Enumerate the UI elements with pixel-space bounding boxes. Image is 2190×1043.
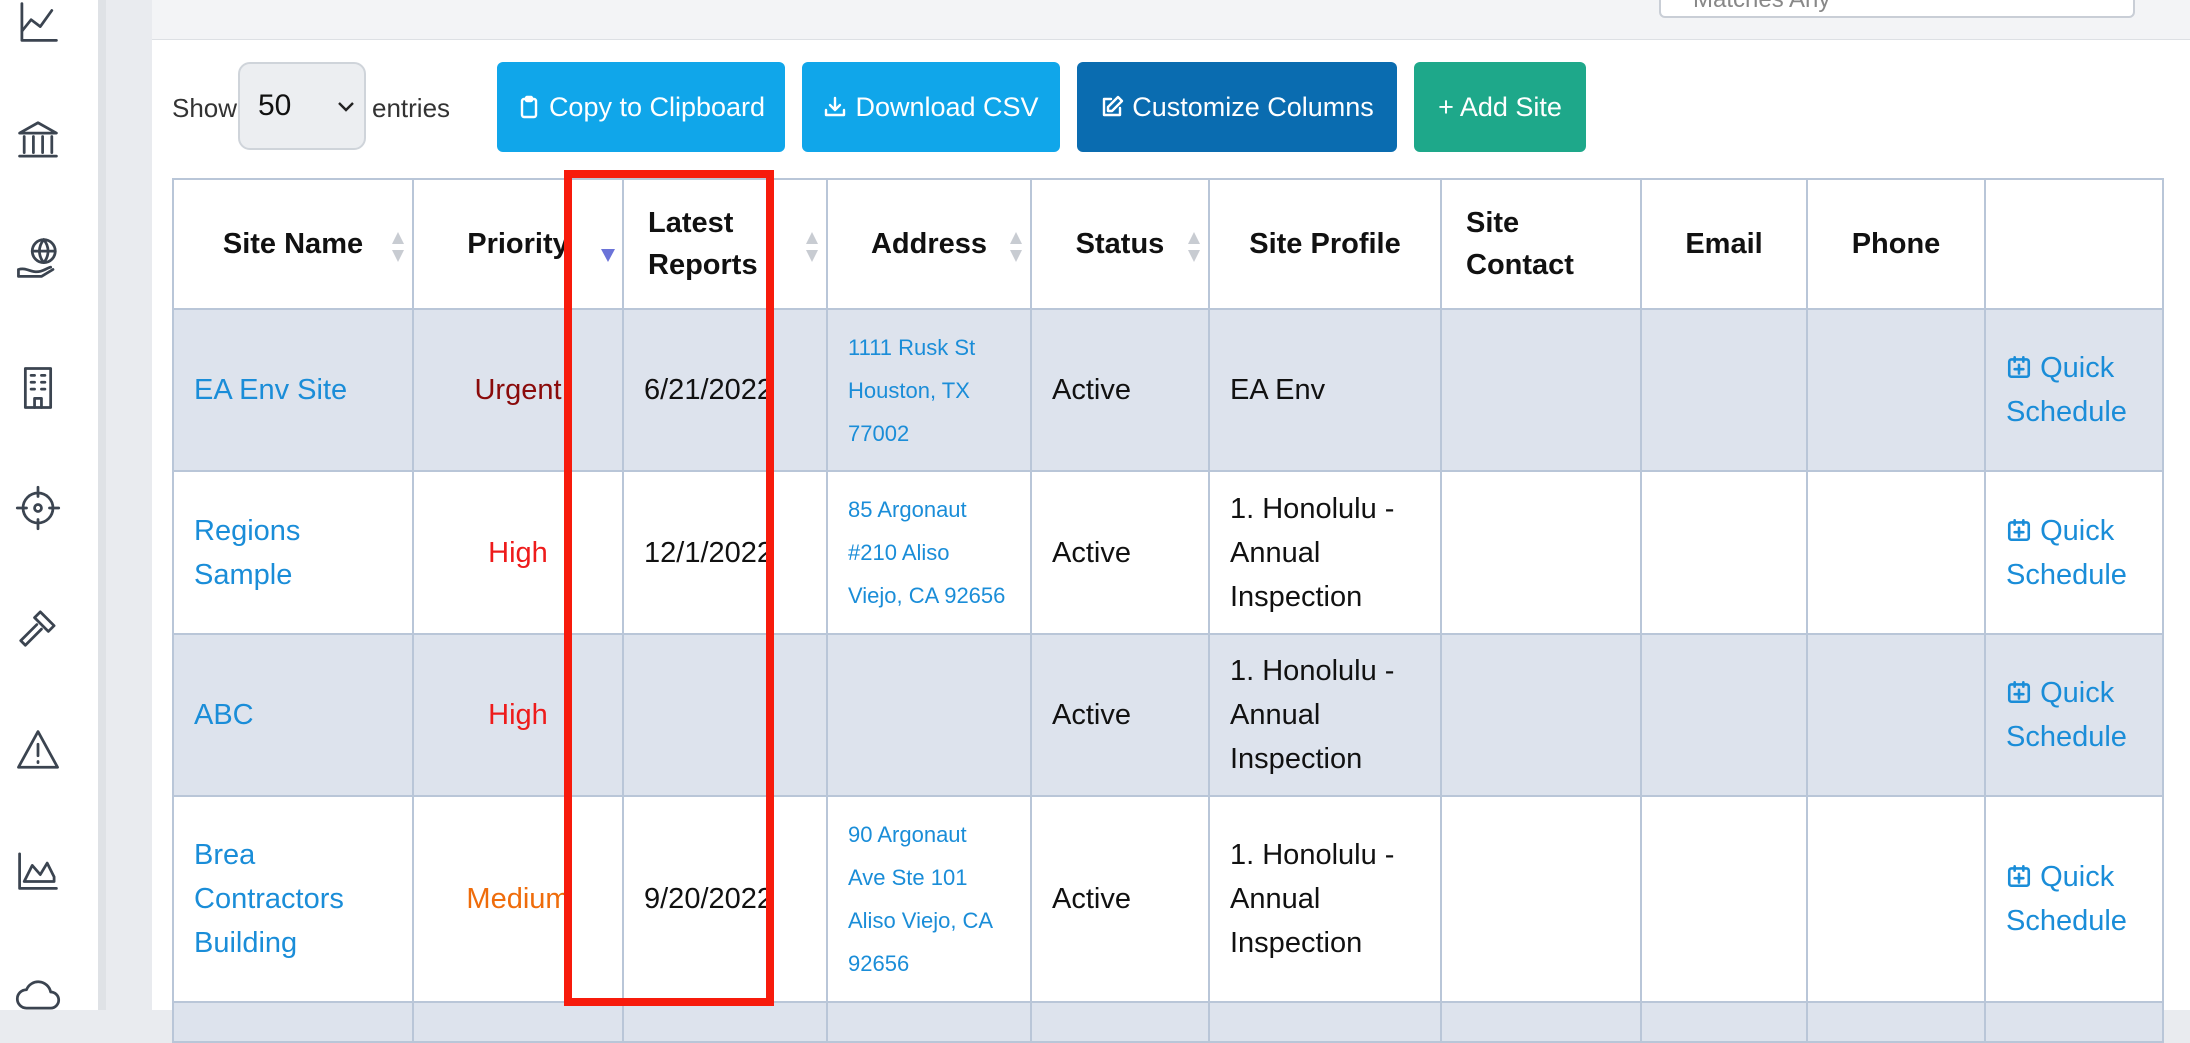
site-name-link[interactable]: Regions Sample	[194, 515, 300, 591]
column-header-address[interactable]: Address	[826, 178, 1032, 310]
status-value: Active	[1052, 699, 1131, 731]
table-header-row: Site Name Priority Latest Reports Addres…	[172, 178, 2164, 310]
main-panel: Matches Any Show 50 entries Copy to Clip…	[152, 0, 2190, 1043]
edit-icon	[1103, 95, 1124, 117]
sites-table: Site Name Priority Latest Reports Addres…	[172, 178, 2164, 1043]
download-icon	[825, 96, 846, 117]
site-profile-value: 1. Honolulu - Annual Inspection	[1230, 839, 1395, 959]
sites-table-wrapper: Site Name Priority Latest Reports Addres…	[172, 178, 2164, 1043]
column-header-site-profile: Site Profile	[1208, 178, 1442, 310]
phone-cell	[1806, 633, 1986, 797]
table-row: EA Env Site Urgent 6/21/2022 1111 Rusk S…	[172, 308, 2164, 472]
calendar-plus-icon	[2007, 864, 2031, 888]
column-header-site-contact: Site Contact	[1440, 178, 1642, 310]
site-name-link[interactable]: Brea Contractors Building	[194, 839, 344, 959]
email-cell	[1640, 470, 1808, 635]
filter-select[interactable]: Matches Any	[1659, 0, 2135, 18]
site-contact-cell	[1440, 633, 1642, 797]
latest-reports-value: 12/1/2022	[644, 536, 774, 569]
sort-icon	[1186, 230, 1202, 264]
address-link[interactable]: 1111 Rusk St Houston, TX 77002	[826, 308, 1032, 472]
columns-label: Customize Columns	[1132, 91, 1374, 122]
table-row: ABC High Active 1. Honolulu - Annual Ins…	[172, 633, 2164, 797]
download-csv-button[interactable]: Download CSV	[802, 62, 1060, 152]
entries-label: entries	[372, 93, 451, 123]
table-row: Brea Contractors Building Medium 9/20/20…	[172, 795, 2164, 1003]
sort-icon	[390, 230, 406, 264]
sort-icon	[804, 230, 820, 264]
site-name-link[interactable]: ABC	[194, 699, 254, 731]
hammer-icon[interactable]	[8, 598, 68, 658]
filter-bar: Matches Any	[152, 0, 2190, 40]
clipboard-icon	[520, 95, 538, 119]
column-header-actions	[1984, 178, 2164, 310]
column-header-priority[interactable]: Priority	[412, 178, 624, 310]
cloud-icon[interactable]	[8, 962, 68, 1022]
priority-value: Urgent	[474, 374, 562, 406]
sort-desc-icon	[600, 230, 616, 264]
address-link[interactable]: 90 Argonaut Ave Ste 101 Aliso Viejo, CA …	[826, 795, 1032, 1003]
priority-value: Medium	[466, 883, 570, 915]
add-site-button[interactable]: + Add Site	[1414, 62, 1586, 152]
sort-icon	[1008, 230, 1024, 264]
email-cell	[1640, 308, 1808, 472]
warning-icon[interactable]	[8, 720, 68, 780]
quick-schedule-link[interactable]: Quick Schedule	[1984, 308, 2164, 472]
show-label: Show	[172, 93, 238, 123]
priority-value: High	[488, 536, 548, 569]
quick-schedule-link[interactable]: Quick Schedule	[1984, 633, 2164, 797]
quick-schedule-link[interactable]: Quick Schedule	[1984, 470, 2164, 635]
site-contact-cell	[1440, 795, 1642, 1003]
address-link[interactable]: 85 Argonaut #210 Aliso Viejo, CA 92656	[826, 470, 1032, 635]
status-value: Active	[1052, 536, 1131, 569]
csv-label: Download CSV	[855, 91, 1039, 122]
table-row	[172, 1001, 2164, 1043]
building-icon[interactable]	[8, 358, 68, 418]
chevron-down-icon	[338, 102, 354, 112]
add-label: + Add Site	[1438, 91, 1562, 122]
site-profile-value: 1. Honolulu - Annual Inspection	[1230, 655, 1395, 775]
column-header-latest-reports[interactable]: Latest Reports	[622, 178, 828, 310]
column-header-status[interactable]: Status	[1030, 178, 1210, 310]
copy-label: Copy to Clipboard	[548, 91, 766, 122]
entries-select[interactable]: 50	[238, 62, 366, 150]
email-cell	[1640, 795, 1808, 1003]
area-chart-icon[interactable]	[8, 840, 68, 900]
latest-reports-value: 6/21/2022	[644, 374, 774, 406]
site-contact-cell	[1440, 470, 1642, 635]
sidebar-rail	[0, 0, 106, 1010]
status-value: Active	[1052, 883, 1131, 915]
globe-hand-icon[interactable]	[8, 228, 68, 288]
calendar-plus-icon	[2007, 518, 2031, 541]
site-profile-value: 1. Honolulu - Annual Inspection	[1230, 492, 1395, 613]
column-header-email: Email	[1640, 178, 1808, 310]
priority-value: High	[488, 699, 548, 731]
calendar-plus-icon	[2007, 355, 2031, 379]
site-contact-cell	[1440, 308, 1642, 472]
column-header-site-name[interactable]: Site Name	[172, 178, 414, 310]
column-header-phone: Phone	[1806, 178, 1986, 310]
entries-value: 50	[258, 89, 292, 122]
site-name-link[interactable]: EA Env Site	[194, 374, 347, 406]
site-profile-value: EA Env	[1230, 374, 1326, 406]
email-cell	[1640, 633, 1808, 797]
calendar-plus-icon	[2007, 680, 2031, 704]
chart-line-icon[interactable]	[8, 0, 68, 52]
bank-icon[interactable]	[8, 110, 68, 170]
phone-cell	[1806, 795, 1986, 1003]
customize-columns-button[interactable]: Customize Columns	[1077, 62, 1397, 152]
address-cell	[826, 633, 1032, 797]
table-row: Regions Sample High 12/1/2022 85 Argonau…	[172, 470, 2164, 635]
latest-reports-value: 9/20/2022	[644, 883, 774, 915]
quick-schedule-link[interactable]: Quick Schedule	[1984, 795, 2164, 1003]
copy-to-clipboard-button[interactable]: Copy to Clipboard	[497, 62, 785, 152]
phone-cell	[1806, 308, 1986, 472]
crosshair-icon[interactable]	[8, 478, 68, 538]
status-value: Active	[1052, 374, 1131, 406]
phone-cell	[1806, 470, 1986, 635]
